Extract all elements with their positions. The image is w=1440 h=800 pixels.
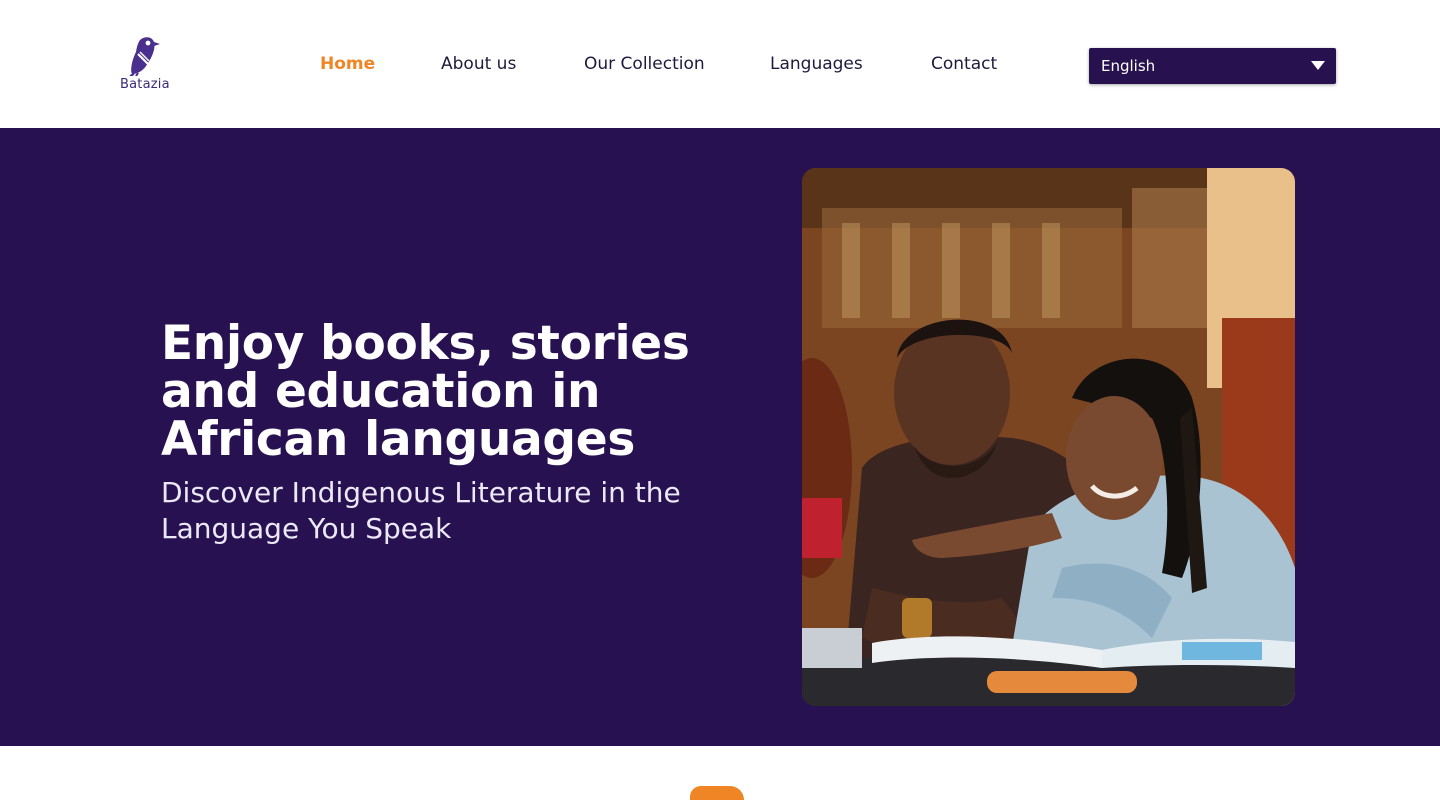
nav-home[interactable]: Home <box>320 54 375 74</box>
language-select-value: English <box>1101 57 1156 75</box>
section-decoration <box>690 786 744 800</box>
hero-title: Enjoy books, stories and education in Af… <box>161 316 690 467</box>
hero-photo-students-reading <box>802 168 1295 706</box>
hero-section: Enjoy books, stories and education in Af… <box>0 128 1440 746</box>
bird-logo-icon <box>129 37 160 76</box>
nav-contact[interactable]: Contact <box>931 54 997 74</box>
nav-languages[interactable]: Languages <box>770 54 863 74</box>
nav-about-us[interactable]: About us <box>441 54 516 74</box>
site-header: Batazia Home About us Our Collection Lan… <box>0 0 1440 128</box>
language-select[interactable]: English <box>1089 48 1336 84</box>
chevron-down-icon <box>1311 61 1325 70</box>
brand-logo[interactable]: Batazia <box>118 36 172 94</box>
brand-name: Batazia <box>120 77 170 92</box>
hero-subtitle: Discover Indigenous Literature in the La… <box>161 476 681 545</box>
nav-our-collection[interactable]: Our Collection <box>584 54 705 74</box>
